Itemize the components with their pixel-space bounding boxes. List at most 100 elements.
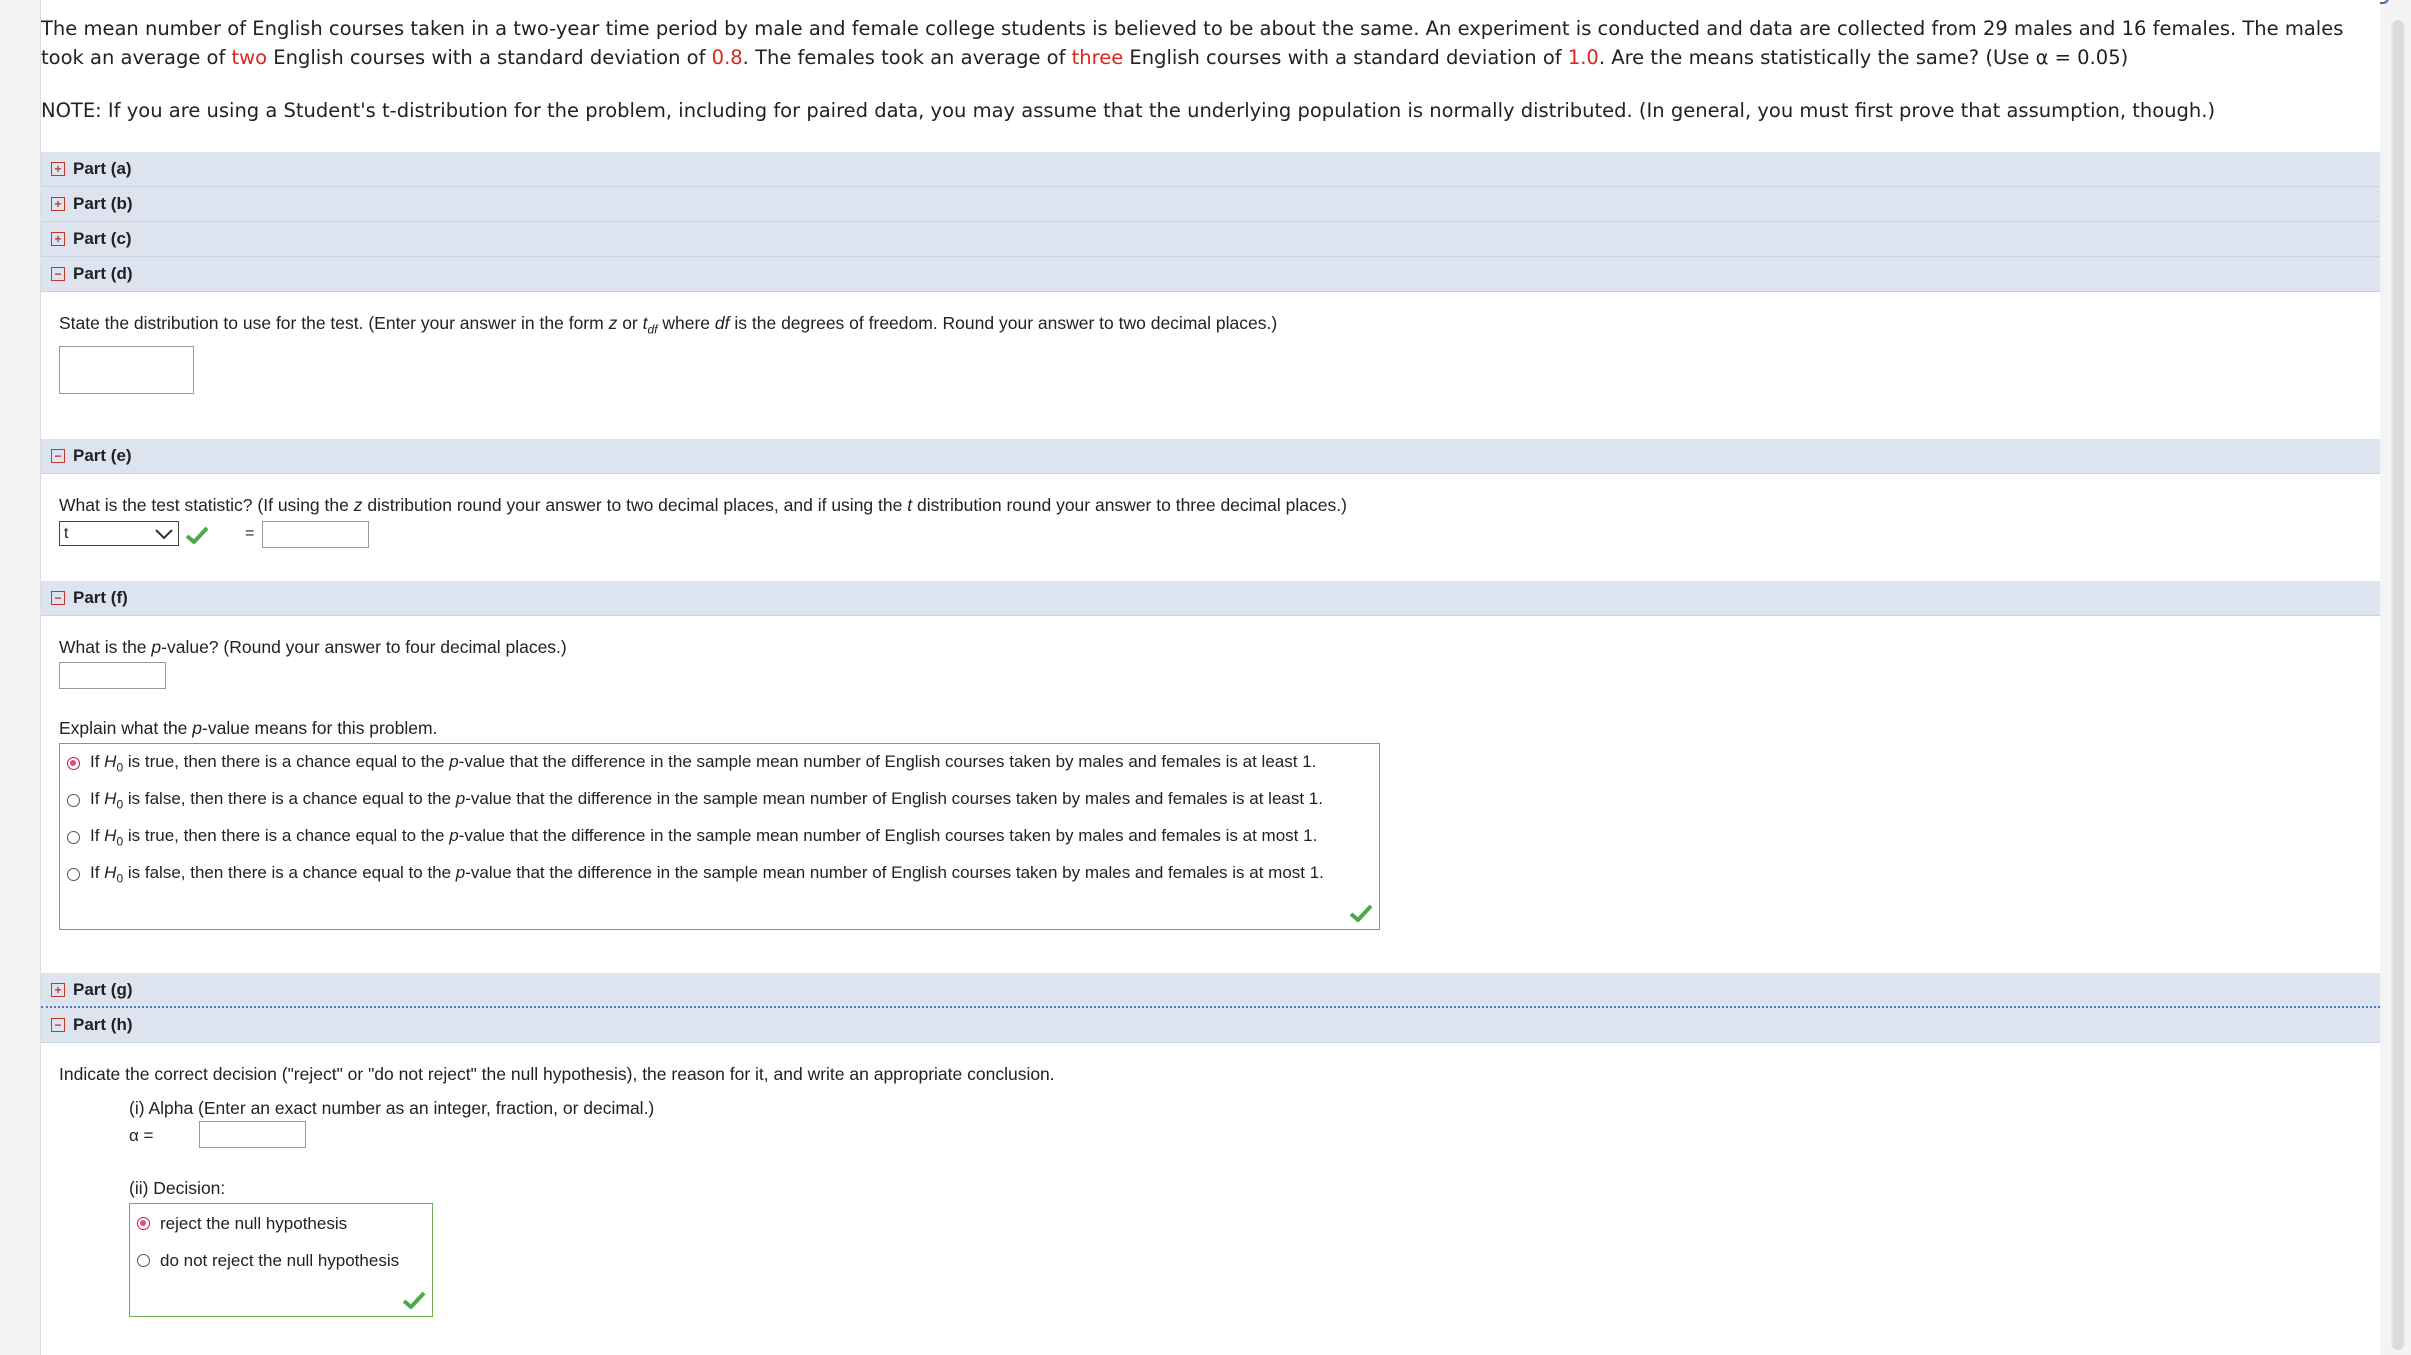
decision-do-not-reject[interactable]: do not reject the null hypothesis [130, 1242, 432, 1279]
choice-text: If H0 is true, then there is a chance eq… [90, 752, 1316, 774]
part-label: Part (f) [73, 588, 128, 607]
part-f-question: What is the p-value? (Round your answer … [59, 616, 2380, 658]
problem-text: English courses with a standard deviatio… [267, 46, 712, 69]
choice-text: is true, then there is a chance equal to… [123, 752, 450, 772]
part-label: Part (e) [73, 446, 132, 465]
part-h-body: Indicate the correct decision ("reject" … [41, 1043, 2380, 1343]
expand-icon[interactable]: + [51, 162, 65, 176]
part-label: Part (g) [73, 979, 133, 999]
part-e-question: What is the test statistic? (If using th… [59, 474, 2380, 516]
scrollbar-thumb[interactable] [2393, 20, 2403, 1350]
part-label: Part (h) [73, 1015, 133, 1034]
radio-selected[interactable] [137, 1217, 150, 1230]
question-text: distribution round your answer to two de… [362, 495, 908, 515]
choice-text: -value that the difference in the sample… [458, 752, 1317, 772]
expand-icon[interactable]: + [51, 232, 65, 246]
choice-text: H [104, 863, 117, 883]
part-f-header[interactable]: − Part (f) [41, 581, 2380, 616]
choice-1[interactable]: If H0 is true, then there is a chance eq… [60, 745, 1379, 782]
problem-text: . The females took an average of [742, 46, 1072, 69]
males-average: two [231, 46, 268, 69]
distribution-select[interactable]: t [59, 521, 179, 546]
test-statistic-input[interactable] [262, 521, 369, 548]
part-d-question: State the distribution to use for the te… [59, 292, 2380, 337]
alpha-label: (i) Alpha (Enter an exact number as an i… [129, 1098, 655, 1118]
collapse-icon[interactable]: − [51, 1018, 65, 1032]
radio[interactable] [67, 831, 80, 844]
choice-text: do not reject the null hypothesis [160, 1250, 400, 1270]
part-f-body: What is the p-value? (Round your answer … [41, 616, 2380, 973]
part-g-header[interactable]: + Part (g) [41, 973, 2380, 1008]
females-average: three [1071, 46, 1124, 69]
question-text: or [617, 313, 643, 333]
question-text: is the degrees of freedom. Round your an… [729, 313, 1278, 333]
problem-text: . Are the means statistically the same? … [1598, 46, 2129, 69]
collapse-icon[interactable]: − [51, 591, 65, 605]
select-value: t [64, 524, 69, 542]
choice-text: If [90, 752, 105, 772]
chevron-down-icon [155, 528, 173, 539]
part-h-header[interactable]: − Part (h) [41, 1008, 2380, 1043]
collapse-icon[interactable]: − [51, 449, 65, 463]
choice-text: reject the null hypothesis [160, 1213, 348, 1233]
choice-text: If H0 is false, then there is a chance e… [90, 863, 1324, 885]
radio[interactable] [67, 794, 80, 807]
question-text: What is the [59, 637, 152, 657]
radio-selected[interactable] [67, 757, 80, 770]
males-sd: 0.8 [711, 46, 743, 69]
part-c-header[interactable]: + Part (c) [41, 222, 2380, 257]
part-a-header[interactable]: + Part (a) [41, 152, 2380, 187]
choice-text: If H0 is false, then there is a chance e… [90, 789, 1323, 811]
radio[interactable] [67, 868, 80, 881]
choice-text: p [455, 863, 466, 883]
choice-text: p [449, 826, 459, 846]
question-text: -value means for this problem. [202, 718, 438, 738]
choice-text: If [90, 863, 105, 883]
choice-text: -value that the difference in the sample… [465, 789, 1323, 809]
part-label: Part (d) [73, 264, 133, 283]
question-text: What is the test statistic? (If using th… [59, 495, 354, 515]
choice-text: If H0 is true, then there is a chance eq… [90, 826, 1317, 848]
part-d-body: State the distribution to use for the te… [41, 292, 2380, 439]
check-icon [402, 1291, 426, 1309]
distribution-input[interactable] [59, 346, 194, 394]
part-d-header[interactable]: − Part (d) [41, 257, 2380, 292]
alpha-input[interactable] [199, 1121, 306, 1148]
expand-icon[interactable]: + [51, 982, 65, 997]
expand-icon[interactable]: + [51, 197, 65, 211]
question-text: State the distribution to use for the te… [59, 313, 609, 333]
females-sd: 1.0 [1567, 46, 1599, 69]
choice-text: If [90, 789, 105, 809]
question-text: distribution round your answer to three … [912, 495, 1347, 515]
choice-text: H [104, 826, 117, 846]
part-label: Part (b) [73, 194, 133, 213]
choice-text: p [455, 789, 466, 809]
decision-reject[interactable]: reject the null hypothesis [130, 1205, 432, 1242]
choice-text: is false, then there is a chance equal t… [123, 789, 456, 809]
p-value-choices: If H0 is true, then there is a chance eq… [59, 743, 1380, 930]
explain-prompt: Explain what the p-value means for this … [59, 718, 437, 739]
choice-text: H [104, 789, 117, 809]
choice-2[interactable]: If H0 is false, then there is a chance e… [60, 782, 1379, 819]
parts-list: + Part (a) + Part (b) + Part (c) − Part (d) … [41, 152, 2380, 1343]
choice-text: is false, then there is a chance equal t… [123, 863, 456, 883]
question-text: Explain what the [59, 718, 193, 738]
problem-text: English courses with a standard deviatio… [1123, 46, 1568, 69]
part-h-question: Indicate the correct decision ("reject" … [59, 1064, 1055, 1084]
decision-choices: reject the null hypothesis do not reject… [129, 1203, 433, 1317]
equals-sign: = [245, 525, 255, 542]
choice-3[interactable]: If H0 is true, then there is a chance eq… [60, 819, 1379, 856]
choice-text: If [90, 826, 105, 846]
choice-text: is true, then there is a chance equal to… [123, 826, 450, 846]
p-value-input[interactable] [59, 662, 166, 689]
choice-4[interactable]: If H0 is false, then there is a chance e… [60, 856, 1379, 893]
choice-text: H [104, 752, 117, 772]
part-b-header[interactable]: + Part (b) [41, 187, 2380, 222]
question-text: p [151, 637, 162, 657]
part-e-header[interactable]: − Part (e) [41, 439, 2380, 474]
collapse-icon[interactable]: − [51, 267, 65, 281]
decision-label: (ii) Decision: [129, 1178, 226, 1198]
vertical-scrollbar[interactable] [2391, 20, 2405, 1350]
radio[interactable] [137, 1254, 150, 1267]
question-text: df [647, 322, 658, 337]
